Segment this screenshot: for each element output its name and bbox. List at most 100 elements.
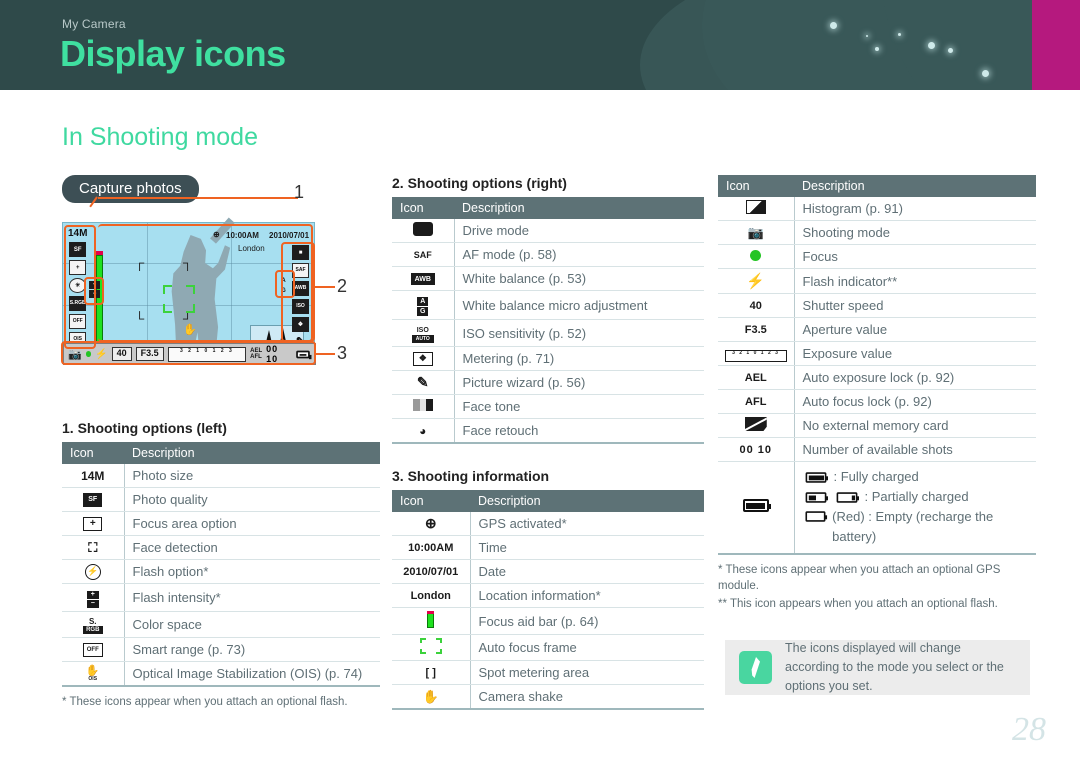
battery-half-icon — [805, 492, 828, 503]
col-header-icon: Icon — [392, 490, 470, 512]
table-row: AWB White balance (p. 53) — [392, 266, 704, 291]
table-shooting-information: 3. Shooting information Icon Description… — [392, 468, 704, 710]
battery-icon — [718, 461, 795, 555]
time-icon: 10:00AM — [392, 535, 471, 560]
battery-empty-icon — [804, 511, 826, 522]
col-header-description: Description — [794, 175, 1036, 197]
row-desc: Number of available shots — [794, 437, 1036, 462]
note-text: The icons displayed will change accordin… — [785, 641, 1004, 693]
row-desc: Flash option* — [124, 559, 380, 584]
table-row: + Focus area option — [62, 511, 380, 536]
focus-area-icon: + — [62, 511, 125, 536]
col-header-description: Description — [454, 197, 704, 219]
table-header-row: Icon Description — [718, 175, 1036, 197]
table-row: ⊕ GPS activated* — [392, 512, 704, 536]
page-title: Display icons — [60, 33, 286, 74]
table-title: 3. Shooting information — [392, 468, 550, 484]
table-row: 2010/07/01 Date — [392, 559, 704, 584]
row-desc: Photo size — [124, 464, 380, 488]
row-desc: Flash intensity* — [124, 583, 380, 612]
table-title: 1. Shooting options (left) — [62, 420, 227, 436]
row-desc: Date — [470, 559, 704, 584]
table-row: [ ] Spot metering area — [392, 660, 704, 685]
row-desc: Smart range (p. 73) — [124, 637, 380, 662]
flash-option-icon: ⚡ — [62, 559, 125, 584]
battery-partial-label: : Partially charged — [864, 489, 969, 505]
table-row: AFL Auto focus lock (p. 92) — [718, 389, 1036, 414]
row-desc: Focus area option — [124, 511, 380, 536]
table-row: 10:00AM Time — [392, 535, 704, 560]
af-mode-icon: SAF — [392, 242, 455, 267]
row-desc: Focus aid bar (p. 64) — [470, 607, 704, 635]
table-row: No external memory card — [718, 413, 1036, 438]
smart-range-icon: OFF — [62, 637, 125, 662]
table-title: 2. Shooting options (right) — [392, 175, 567, 191]
table-row: London Location information* — [392, 583, 704, 608]
row-desc: White balance (p. 53) — [454, 266, 704, 291]
banner-sparkle-dot — [898, 33, 901, 36]
table-row: Drive mode — [392, 219, 704, 243]
battery-full-icon — [805, 471, 828, 483]
row-desc: ISO sensitivity (p. 52) — [454, 319, 704, 347]
table-row: + − Flash intensity* — [62, 583, 380, 612]
callout-box-wb-adjust — [275, 270, 295, 298]
face-tone-icon — [392, 394, 455, 419]
battery-legend: : Fully charged : Partially charged (Red… — [794, 461, 1036, 555]
info-note-box: The icons displayed will change accordin… — [725, 640, 1030, 695]
table-header-row: Icon Description — [392, 197, 704, 219]
row-desc: Focus — [794, 244, 1036, 269]
camera-display-illustration: ⊕ 10:00AM 2010/07/01 London ┌ ┐ └ ┘ ✋ 14… — [61, 182, 347, 387]
row-desc: Flash indicator** — [794, 268, 1036, 294]
white-balance-icon: AWB — [392, 266, 455, 291]
photo-quality-icon: SF — [62, 487, 125, 512]
table-row: ✎ Picture wizard (p. 56) — [392, 370, 704, 395]
iso-sensitivity-icon: ISO AUTO — [392, 319, 455, 347]
flash-intensity-icon: + − — [62, 583, 125, 612]
table-row: ISO AUTO ISO sensitivity (p. 52) — [392, 319, 704, 347]
table-row: 14M Photo size — [62, 464, 380, 488]
table-row: Focus aid bar (p. 64) — [392, 607, 704, 635]
shooting-mode-icon: 📷 — [718, 220, 795, 245]
exposure-value-icon: 3 2 1 0 1 2 3 — [718, 341, 795, 366]
date-icon: 2010/07/01 — [392, 559, 471, 584]
page-header-banner: My Camera Display icons — [0, 0, 1080, 90]
drive-mode-icon — [392, 219, 455, 243]
row-desc: Photo quality — [124, 487, 380, 512]
table-row: 📷 Shooting mode — [718, 220, 1036, 245]
col-header-icon: Icon — [62, 442, 124, 464]
callout-leader-1 — [98, 197, 298, 199]
callout-number-1: 1 — [294, 182, 305, 202]
table-row: Auto focus frame — [392, 634, 704, 661]
row-desc: Auto focus lock (p. 92) — [794, 389, 1036, 414]
table-row: ✋ Camera shake — [392, 684, 704, 710]
callout-number-3: 3 — [337, 343, 348, 363]
table-row: ❖ Metering (p. 71) — [392, 346, 704, 371]
camera-shake-icon: ✋ — [392, 684, 471, 710]
available-shots-icon: 00 10 — [718, 437, 795, 462]
row-desc: Face detection — [124, 535, 380, 560]
auto-focus-frame-icon — [392, 634, 471, 661]
histogram-icon — [718, 197, 795, 221]
gps-icon: ⊕ — [392, 512, 471, 536]
row-desc: Time — [470, 535, 704, 560]
table-row: 40 Shutter speed — [718, 293, 1036, 318]
battery-full-label: : Fully charged — [833, 469, 919, 484]
row-desc: Auto exposure lock (p. 92) — [794, 365, 1036, 390]
row-desc: Picture wizard (p. 56) — [454, 370, 704, 395]
row-desc: Metering (p. 71) — [454, 346, 704, 371]
picture-wizard-icon: ✎ — [392, 370, 455, 395]
focus-dot-icon — [718, 244, 795, 269]
table-row: ⛶ Face detection — [62, 535, 380, 560]
metering-icon: ❖ — [392, 346, 455, 371]
callout-leader-3 — [315, 353, 335, 355]
table-row: A G White balance micro adjustment — [392, 290, 704, 320]
spot-metering-icon: [ ] — [392, 660, 471, 685]
flash-indicator-icon: ⚡ — [718, 268, 795, 294]
table-row: Focus — [718, 244, 1036, 269]
table-row-battery: : Fully charged : Partially charged (Red… — [718, 461, 1036, 555]
table-row: ◕ Face retouch — [392, 418, 704, 444]
col-header-description: Description — [470, 490, 704, 512]
banner-sparkle-dot — [866, 35, 868, 37]
table-footnote-flash: ** This icon appears when you attach an … — [718, 597, 998, 610]
color-space-icon: S. RGB — [62, 611, 125, 638]
